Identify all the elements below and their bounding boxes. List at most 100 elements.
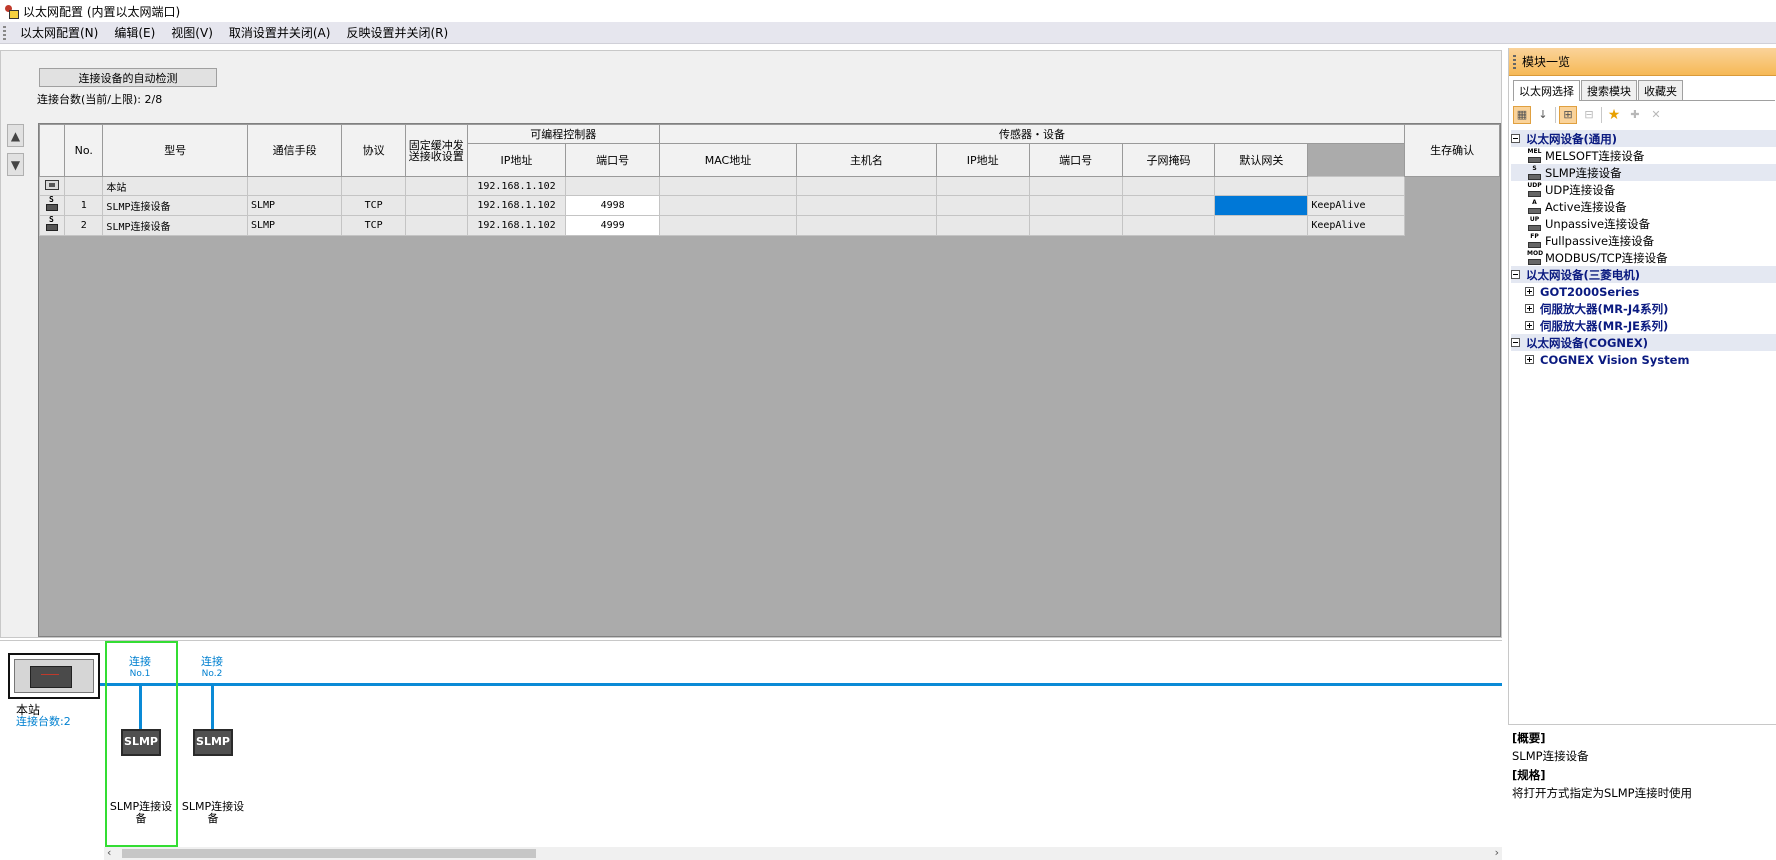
move-up-button[interactable]: ▲ [7,124,24,147]
tree-category-general[interactable]: 以太网设备(通用) [1511,130,1776,147]
collapse-icon[interactable] [1511,270,1520,279]
tree-item-fullpassive[interactable]: FP Fullpassive连接设备 [1511,232,1776,249]
network-diagram: 本站 连接台数:2 连接 No.1 SLMP SLMP连接设备 连接 No.2 … [0,640,1502,860]
move-down-button[interactable]: ▼ [7,153,24,176]
cell-subnet [1121,176,1216,196]
table-row[interactable]: S 2 SLMP连接设备 SLMP TCP 192.168.1.102 4999… [38,215,1500,236]
header-gateway: 默认网关 [1214,143,1309,177]
expand-icon[interactable] [1525,355,1534,364]
table-row-host[interactable]: 本站 192.168.1.102 [38,176,1500,196]
table-row[interactable]: S 1 SLMP连接设备 SLMP TCP 192.168.1.102 4998… [38,195,1500,216]
tree-item-mr-je[interactable]: 伺服放大器(MR-JE系列) [1511,317,1776,334]
menu-ethernet-config[interactable]: 以太网配置(N) [12,24,106,41]
auto-detect-button[interactable]: 连接设备的自动检测 [39,68,217,87]
cell-comm[interactable]: SLMP [246,195,343,216]
cell-mac [658,176,798,196]
udp-icon: UDP [1527,182,1542,197]
cell-comm [246,176,343,196]
tree-category-cognex[interactable]: 以太网设备(COGNEX) [1511,334,1776,351]
connection-count: 连接台数(当前/上限): 2/8 [37,91,162,107]
cell-gateway-selected[interactable] [1214,195,1309,216]
cell-sensor-ip [935,195,1030,216]
expand-icon[interactable] [1525,287,1534,296]
connection-table: No. 型号 通信手段 协议 固定缓冲发送接收设置 可编程控制器 传感器・设备 … [38,124,1500,236]
menu-view[interactable]: 视图(V) [163,24,221,41]
tree-item-melsoft[interactable]: MEL MELSOFT连接设备 [1511,147,1776,164]
collapse-all-icon[interactable]: ⊟ [1580,106,1598,124]
delete-icon[interactable]: ✕ [1647,106,1665,124]
add-favorite-icon[interactable]: ✚ [1626,106,1644,124]
host-station-module[interactable] [8,653,100,699]
cell-sensor-ip [935,215,1030,236]
collapse-icon[interactable] [1511,134,1520,143]
connection-1-number: No.1 [129,669,151,679]
tree-label: 伺服放大器(MR-JE系列) [1540,318,1669,333]
cell-protocol[interactable]: TCP [341,215,406,236]
star-icon[interactable]: ★ [1605,106,1623,124]
collapse-icon[interactable] [1511,338,1520,347]
header-plc-ip: IP地址 [466,143,567,177]
ethernet-bus-line [102,683,1502,686]
tab-search-module[interactable]: 搜索模块 [1581,80,1637,100]
header-sensor-port: 端口号 [1028,143,1123,177]
cell-comm[interactable]: SLMP [246,215,343,236]
cell-model: SLMP连接设备 [102,195,248,216]
cell-fixed-buffer[interactable] [404,215,468,236]
summary-text: SLMP连接设备 [1512,749,1589,763]
tree-item-cognex-vision[interactable]: COGNEX Vision System [1511,351,1776,368]
cell-plc-port[interactable]: 4999 [565,215,660,236]
tree-item-udp[interactable]: UDP UDP连接设备 [1511,181,1776,198]
sort-category-icon[interactable]: ▦ [1513,106,1531,124]
tree-item-slmp[interactable]: S SLMP连接设备 [1511,164,1776,181]
menu-grip-icon[interactable] [3,25,6,40]
menu-cancel-close[interactable]: 取消设置并关闭(A) [221,24,339,41]
menu-edit[interactable]: 编辑(E) [106,24,163,41]
cell-alive[interactable]: KeepAlive [1307,215,1406,236]
tree-item-got2000[interactable]: GOT2000Series [1511,283,1776,300]
tab-ethernet-select[interactable]: 以太网选择 [1513,80,1580,101]
cell-gateway[interactable] [1214,215,1309,236]
cell-protocol[interactable]: TCP [341,195,406,216]
module-tree: 以太网设备(通用) MEL MELSOFT连接设备 S SLMP连接设备 UDP… [1511,130,1776,368]
horizontal-scrollbar[interactable]: ‹ › [104,846,1502,860]
cell-hostname [796,176,937,196]
panel-grip-icon[interactable] [1513,54,1516,69]
cell-plc-port [565,176,660,196]
cell-fixed-buffer[interactable] [404,195,468,216]
cell-hostname [796,195,937,216]
device-1-label: SLMP连接设备 [109,800,173,825]
module-description: [概要] SLMP连接设备 [规格] 将打开方式指定为SLMP连接时使用 [1508,724,1776,860]
panel-title: 模块一览 [1522,55,1571,69]
cell-sensor-port [1028,215,1123,236]
spec-title: [规格] [1512,768,1546,782]
cell-protocol [341,176,406,196]
expand-icon[interactable] [1525,321,1534,330]
tree-item-unpassive[interactable]: UP Unpassive连接设备 [1511,215,1776,232]
scroll-left-icon[interactable]: ‹ [107,846,111,859]
cell-subnet [1121,215,1216,236]
cell-subnet [1121,195,1216,216]
cell-alive[interactable]: KeepAlive [1307,195,1406,216]
slmp-device-2[interactable]: SLMP [193,729,233,756]
toolbar-separator [1555,107,1556,123]
tree-item-active[interactable]: A Active连接设备 [1511,198,1776,215]
header-mac: MAC地址 [658,143,798,177]
sort-alpha-icon[interactable]: ↓ [1534,106,1552,124]
cell-plc-port[interactable]: 4998 [565,195,660,216]
plc-module-icon [14,659,94,693]
header-subnet: 子网掩码 [1121,143,1216,177]
tree-item-modbus[interactable]: MOD MODBUS/TCP连接设备 [1511,249,1776,266]
menu-apply-close[interactable]: 反映设置并关闭(R) [338,24,456,41]
scrollbar-thumb[interactable] [122,849,536,858]
scroll-right-icon[interactable]: › [1495,846,1499,859]
tree-category-mitsubishi[interactable]: 以太网设备(三菱电机) [1511,266,1776,283]
tree-item-mr-j4[interactable]: 伺服放大器(MR-J4系列) [1511,300,1776,317]
expand-icon[interactable] [1525,304,1534,313]
header-fixed-buffer: 固定缓冲发送接收设置 [404,124,468,177]
expand-all-icon[interactable]: ⊞ [1559,106,1577,124]
row-icon-cell: S [38,215,66,236]
slmp-device-1[interactable]: SLMP [121,729,161,756]
tab-favorites[interactable]: 收藏夹 [1638,80,1683,100]
connection-2-label: 连接 [201,655,223,668]
slmp-device-icon: S [45,197,59,213]
